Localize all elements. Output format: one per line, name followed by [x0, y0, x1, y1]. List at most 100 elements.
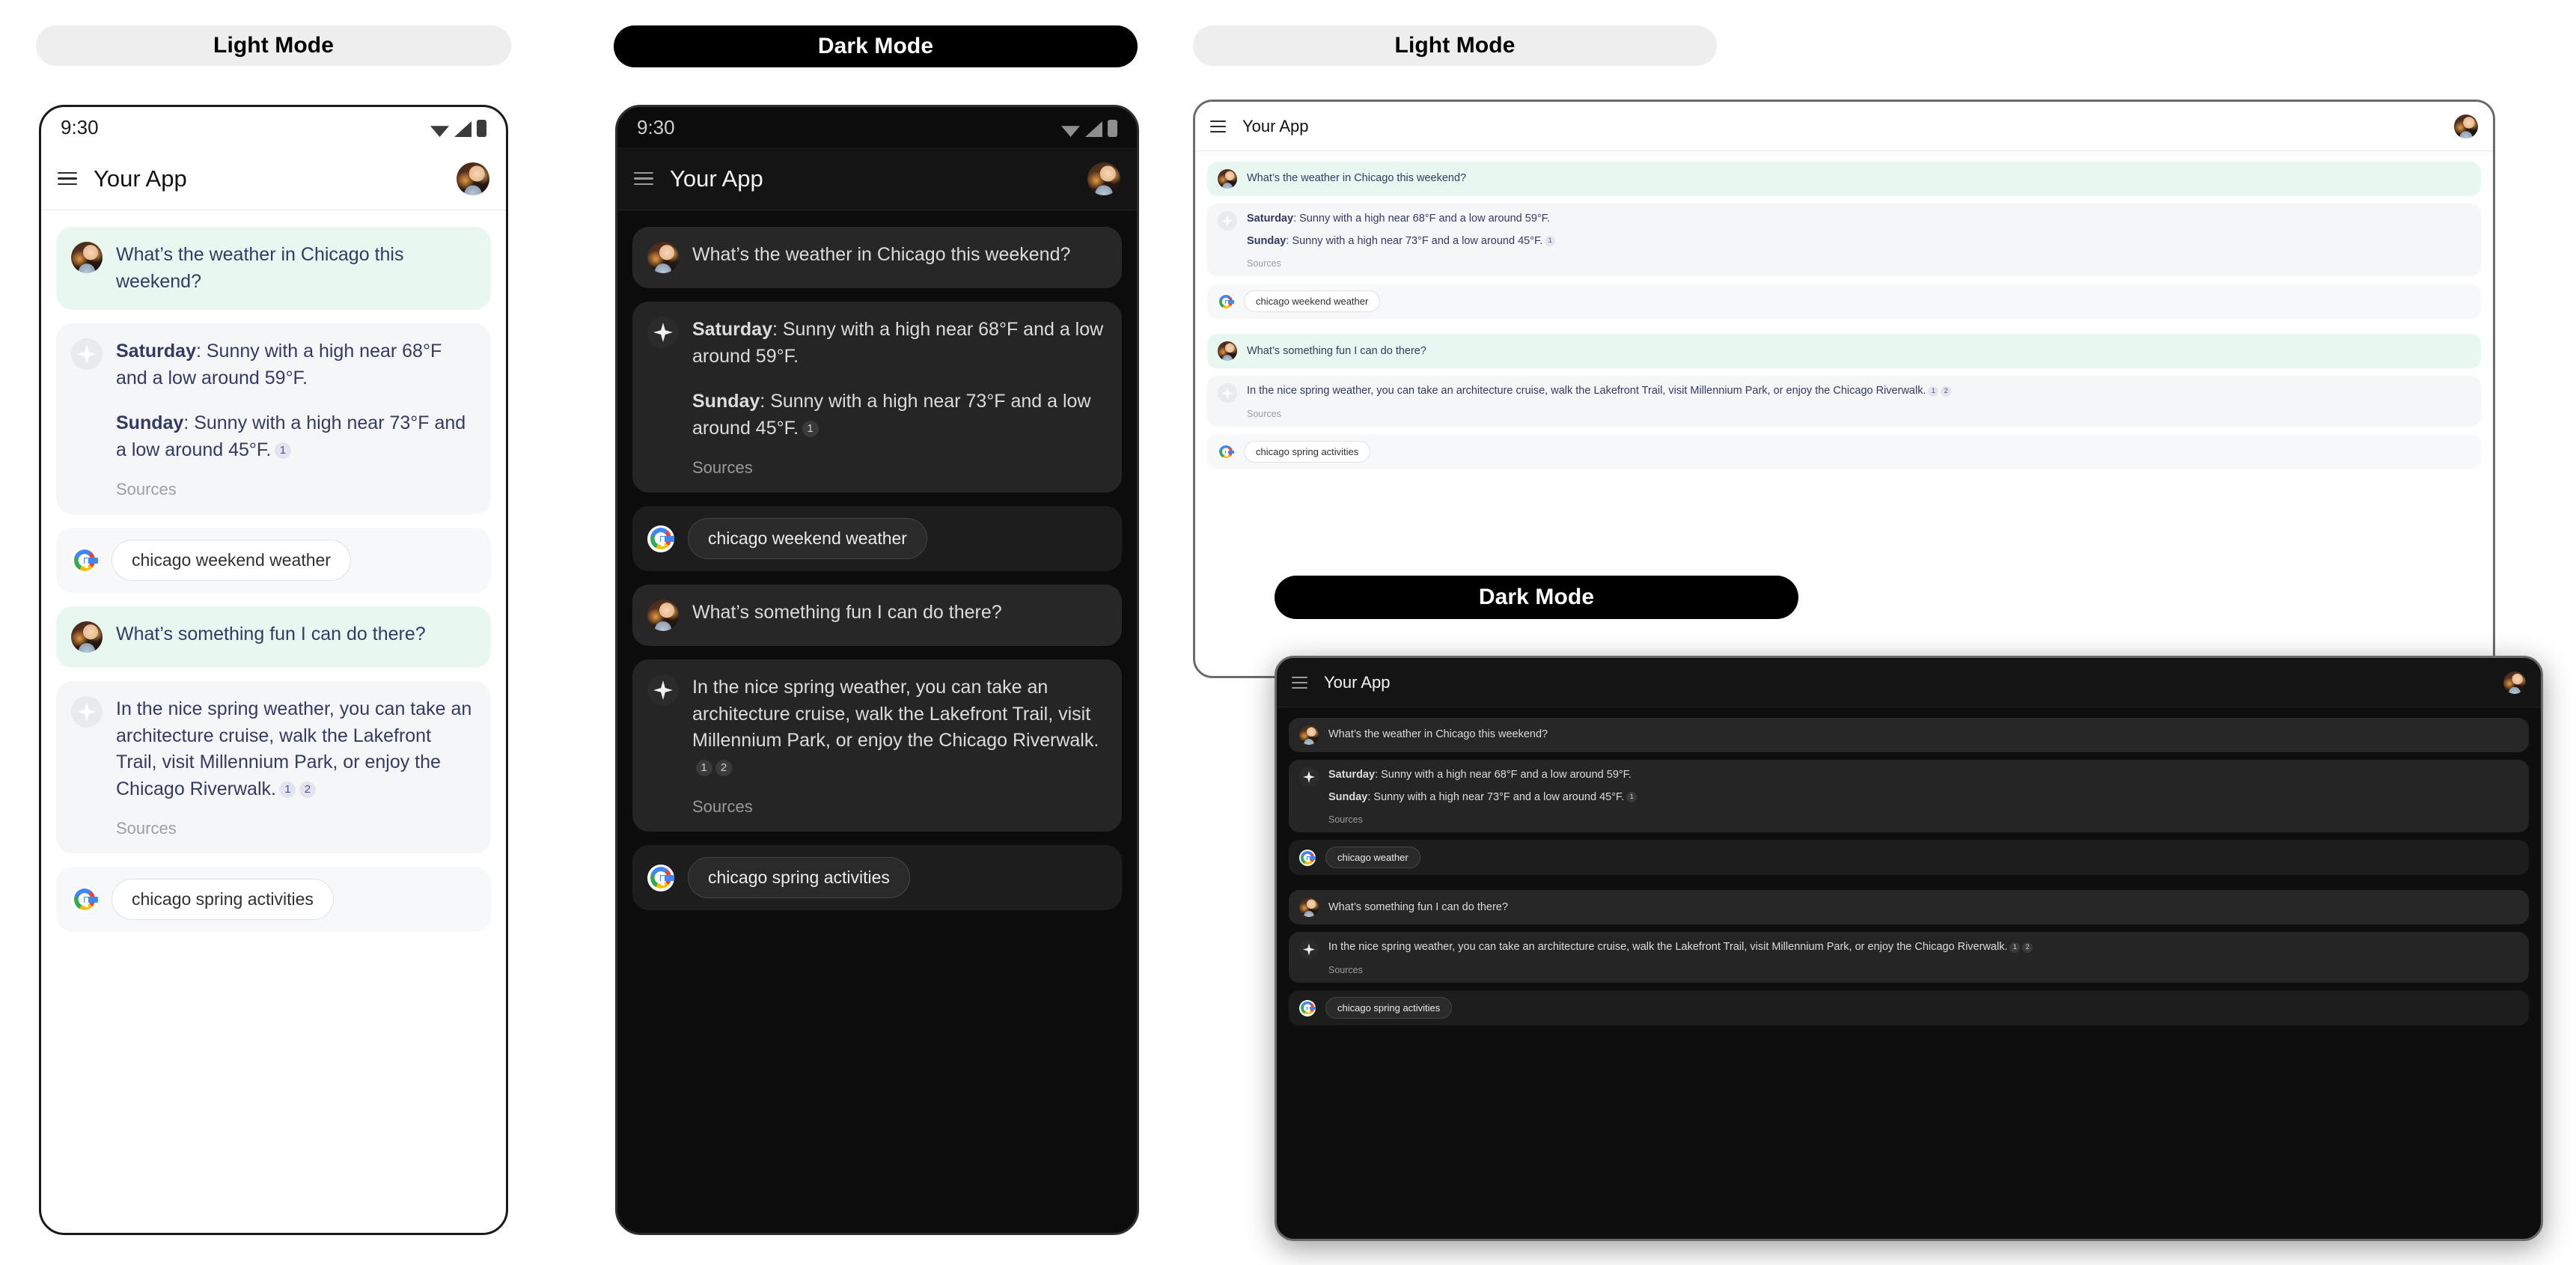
search-query-chip[interactable]: chicago weekend weather [688, 518, 927, 559]
user-avatar[interactable] [2503, 671, 2526, 694]
hamburger-menu-icon[interactable] [1210, 120, 1226, 132]
google-g-icon [647, 864, 674, 891]
message-text: What’s the weather in Chicago this weeke… [1247, 172, 1467, 185]
message-text: What’s something fun I can do there? [1328, 900, 1508, 913]
sources-label[interactable]: Sources [116, 819, 476, 838]
google-g-icon [1218, 293, 1234, 310]
user-avatar[interactable] [2454, 114, 2478, 138]
google-g-icon [71, 886, 98, 913]
search-query-chip[interactable]: chicago spring activities [112, 879, 334, 920]
conversation-list: What’s the weather in Chicago this weeke… [41, 210, 506, 948]
gemini-sparkle-icon [71, 338, 103, 370]
user-avatar[interactable] [457, 162, 489, 195]
citation-badge[interactable]: 2 [715, 759, 732, 776]
user-message: What’s the weather in Chicago this weeke… [632, 227, 1122, 288]
status-clock: 9:30 [61, 115, 99, 138]
citation-badge[interactable]: 2 [1941, 385, 1952, 397]
search-query-chip[interactable]: chicago spring activities [688, 857, 910, 898]
battery-icon [1108, 120, 1117, 137]
answer-text: In the nice spring weather, you can take… [692, 677, 1099, 751]
app-bar: Your App [1195, 102, 2493, 151]
sources-label[interactable]: Sources [116, 480, 476, 499]
search-chip-row: chicago spring activities [1289, 990, 2529, 1026]
assistant-message: In the nice spring weather, you can take… [56, 681, 491, 853]
sources-label[interactable]: Sources [1247, 409, 2470, 419]
citation-badge[interactable]: 1 [279, 781, 296, 798]
user-message: What’s something fun I can do there? [1207, 334, 2481, 369]
hamburger-menu-icon[interactable] [1292, 676, 1307, 689]
assistant-message: In the nice spring weather, you can take… [1289, 932, 2529, 984]
gemini-sparkle-icon [71, 696, 103, 728]
message-text: What’s the weather in Chicago this weeke… [692, 244, 1071, 265]
day-text: : Sunny with a high near 73°F and a low … [1286, 234, 1543, 247]
sources-label[interactable]: Sources [1328, 814, 2518, 825]
google-g-icon [71, 546, 98, 574]
app-title: Your App [1324, 672, 1391, 692]
status-icons [430, 118, 486, 137]
search-chip-row: chicago weekend weather [56, 528, 491, 593]
hamburger-menu-icon[interactable] [58, 171, 77, 186]
message-text: What’s something fun I can do there? [692, 602, 1002, 623]
day-label: Sunday [1328, 790, 1368, 803]
gemini-sparkle-icon [1218, 383, 1237, 403]
search-query-chip[interactable]: chicago spring activities [1244, 441, 1371, 463]
user-avatar [1218, 341, 1237, 362]
assistant-message: In the nice spring weather, you can take… [1207, 376, 2481, 427]
app-title: Your App [1242, 116, 1309, 135]
citation-badge[interactable]: 1 [1545, 235, 1556, 246]
app-bar: Your App [617, 147, 1137, 210]
mode-label-tablet-light: Light Mode [1193, 25, 1717, 66]
tablet-dark-frame: Your App What’s the weather in Chicago t… [1275, 656, 2543, 1241]
user-message: What’s the weather in Chicago this weeke… [1207, 162, 2481, 196]
citation-badge[interactable]: 2 [299, 781, 316, 798]
message-text: In the nice spring weather, you can take… [1328, 939, 2518, 956]
hamburger-menu-icon[interactable] [634, 171, 653, 186]
search-query-chip[interactable]: chicago spring activities [1325, 997, 1453, 1019]
message-text: Sunday: Sunny with a high near 73°F and … [116, 410, 476, 463]
citation-badge[interactable]: 1 [2009, 942, 2021, 953]
mode-label-phone-light: Light Mode [36, 25, 511, 66]
user-message: What’s something fun I can do there? [56, 606, 491, 668]
user-avatar[interactable] [1087, 162, 1120, 195]
battery-icon [477, 120, 486, 137]
message-text: What’s something fun I can do there? [1247, 344, 1426, 357]
sources-label[interactable]: Sources [1328, 965, 2518, 975]
sources-label[interactable]: Sources [1247, 258, 2470, 269]
wifi-icon [1061, 126, 1080, 137]
user-avatar [1299, 725, 1319, 745]
message-text: What’s something fun I can do there? [116, 624, 426, 644]
screenshot-stage: Light Mode 9:30 Your App What’s the weat… [0, 0, 2576, 1265]
citation-badge[interactable]: 2 [2022, 942, 2033, 953]
citation-badge[interactable]: 1 [1928, 385, 1939, 397]
message-text: Sunday: Sunny with a high near 73°F and … [1328, 790, 2518, 806]
citation-badge[interactable]: 1 [802, 420, 819, 437]
sources-label[interactable]: Sources [692, 797, 1107, 817]
search-query-chip[interactable]: chicago weekend weather [1244, 290, 1381, 313]
message-text: In the nice spring weather, you can take… [1247, 383, 2470, 400]
sources-label[interactable]: Sources [692, 458, 1107, 478]
message-text: Saturday: Sunny with a high near 68°F an… [1328, 767, 2518, 784]
citation-badge[interactable]: 1 [695, 759, 712, 776]
day-label: Saturday [116, 341, 196, 362]
message-text: Sunday: Sunny with a high near 73°F and … [1247, 234, 2470, 250]
day-label: Saturday [692, 319, 772, 340]
citation-badge[interactable]: 1 [1626, 791, 1638, 802]
search-chip-row: chicago spring activities [1207, 434, 2481, 470]
search-chip-row: chicago weekend weather [632, 506, 1122, 571]
google-g-icon [1299, 849, 1316, 866]
message-text: What’s the weather in Chicago this weeke… [116, 244, 404, 292]
user-avatar [1299, 897, 1319, 918]
user-message: What’s something fun I can do there? [1289, 890, 2529, 925]
search-query-chip[interactable]: chicago weather [1325, 847, 1420, 869]
message-text: In the nice spring weather, you can take… [692, 674, 1107, 781]
answer-text: In the nice spring weather, you can take… [1328, 941, 2008, 954]
google-g-icon [1218, 443, 1234, 460]
assistant-message: Saturday: Sunny with a high near 68°F an… [1289, 760, 2529, 833]
conversation-list: What’s the weather in Chicago this weeke… [617, 210, 1137, 927]
day-text: : Sunny with a high near 68°F and a low … [1375, 769, 1632, 781]
assistant-message: Saturday: Sunny with a high near 68°F an… [632, 302, 1122, 493]
citation-badge[interactable]: 1 [274, 442, 291, 459]
message-text: Sunday: Sunny with a high near 73°F and … [692, 388, 1107, 442]
user-avatar [71, 621, 103, 653]
search-query-chip[interactable]: chicago weekend weather [112, 540, 351, 581]
